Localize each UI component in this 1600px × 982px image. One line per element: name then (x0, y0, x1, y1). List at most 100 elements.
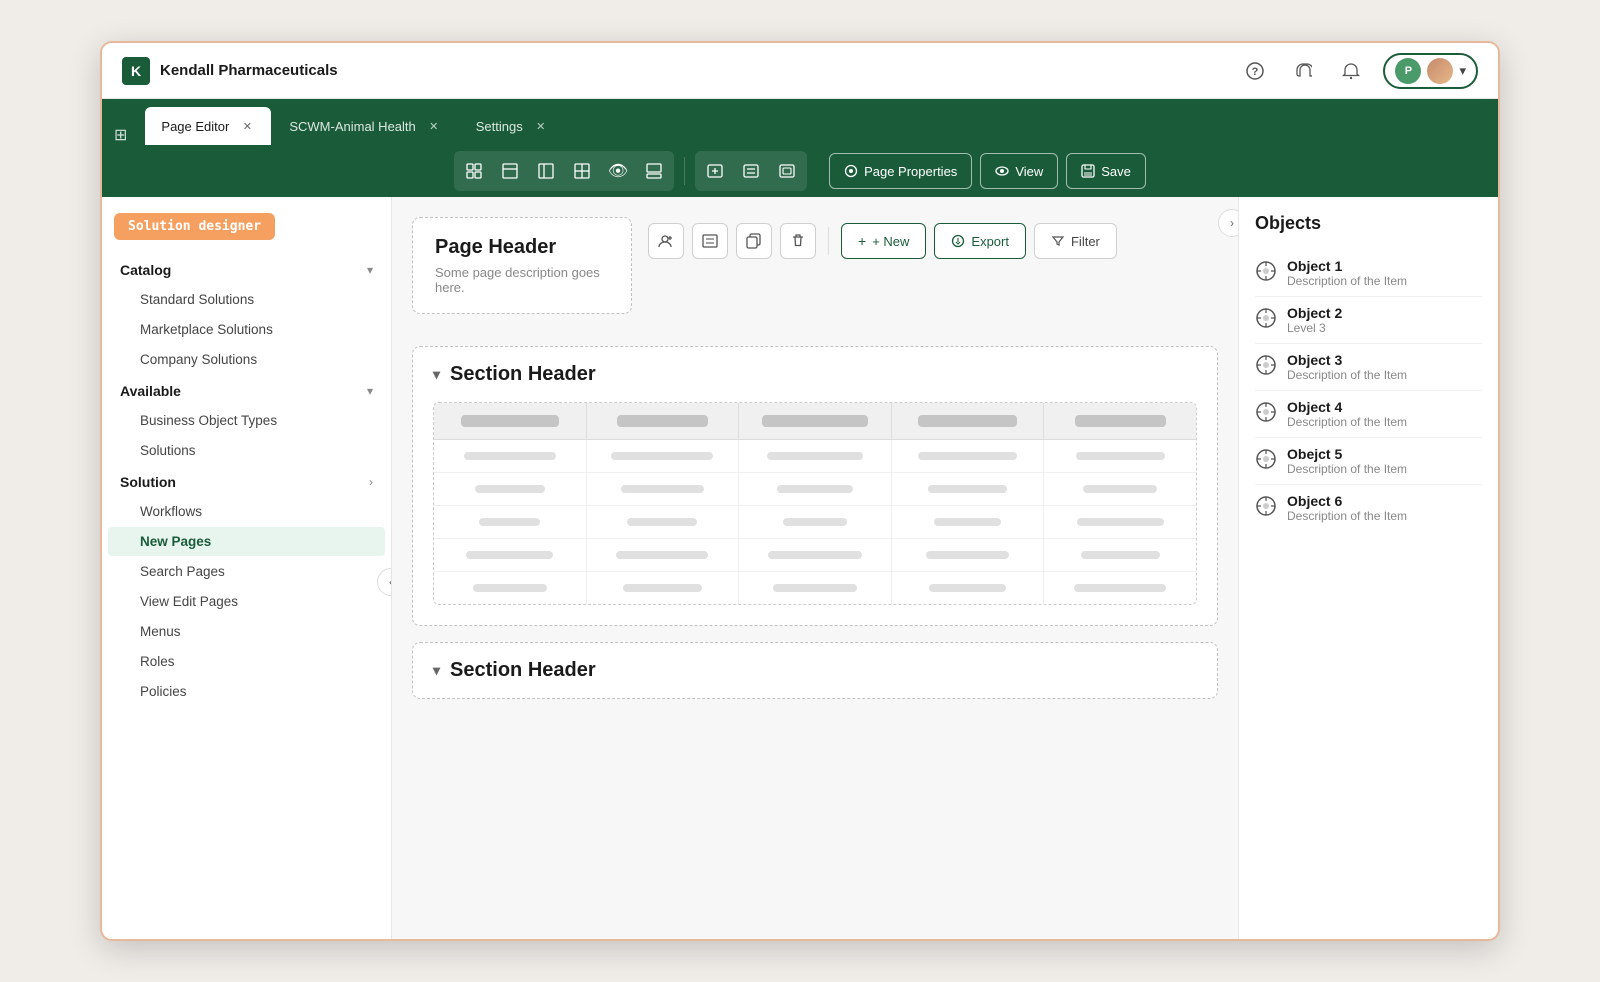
section-2-title: Section Header (450, 659, 596, 682)
user-badge[interactable]: P ▾ (1383, 53, 1478, 89)
object-desc-3: Description of the Item (1287, 368, 1482, 382)
solution-designer-badge: Solution designer (114, 213, 275, 240)
copy-icon-btn[interactable] (736, 223, 772, 259)
available-group-label: Available (120, 383, 181, 399)
page-properties-button[interactable]: Page Properties (829, 153, 972, 189)
sidebar-item-menus[interactable]: Menus (108, 617, 385, 646)
sidebar-item-company-solutions[interactable]: Company Solutions (108, 345, 385, 374)
object-desc-2: Level 3 (1287, 321, 1482, 335)
skeleton-cell (1044, 572, 1196, 604)
tab-settings-label: Settings (476, 119, 523, 134)
toolbar-group-layout: 👁 (454, 151, 674, 191)
new-button[interactable]: + + New (841, 223, 926, 259)
app-title: Kendall Pharmaceuticals (160, 62, 338, 79)
object-item-3[interactable]: Object 3 Description of the Item (1255, 344, 1482, 391)
action-separator (828, 227, 829, 255)
sidebar-item-policies[interactable]: Policies (108, 677, 385, 706)
tab-settings[interactable]: Settings ✕ (460, 107, 565, 145)
delete-icon-btn[interactable] (780, 223, 816, 259)
action-btn-3[interactable] (770, 154, 804, 188)
sidebar-item-standard-solutions[interactable]: Standard Solutions (108, 285, 385, 314)
object-item-2[interactable]: Object 2 Level 3 (1255, 297, 1482, 344)
notifications-button[interactable] (1335, 55, 1367, 87)
object-info-5: Obejct 5 Description of the Item (1287, 446, 1482, 476)
object-name-5: Obejct 5 (1287, 446, 1482, 462)
skeleton-data-row-1 (434, 440, 1196, 473)
sidebar-item-workflows[interactable]: Workflows (108, 497, 385, 526)
tab-page-editor-close[interactable]: ✕ (239, 118, 255, 134)
layout-btn-2[interactable] (493, 154, 527, 188)
object-desc-5: Description of the Item (1287, 462, 1482, 476)
page-header-desc: Some page description goes here. (435, 265, 609, 295)
section-block-1: ▾ Section Header (412, 346, 1218, 626)
canvas-right-collapse-button[interactable]: › (1218, 209, 1238, 237)
object-item-6[interactable]: Object 6 Description of the Item (1255, 485, 1482, 531)
filter-button[interactable]: Filter (1034, 223, 1117, 259)
svg-text:?: ? (1252, 66, 1259, 78)
title-bar-right: ? P ▾ (1239, 53, 1478, 89)
title-bar-left: K Kendall Pharmaceuticals (122, 57, 338, 85)
tab-page-editor[interactable]: Page Editor ✕ (145, 107, 271, 145)
headset-button[interactable] (1287, 55, 1319, 87)
add-user-icon-btn[interactable] (648, 223, 684, 259)
export-button[interactable]: Export (934, 223, 1026, 259)
preview-btn[interactable]: 👁 (601, 154, 635, 188)
app-logo: K (122, 57, 150, 85)
list-icon-btn[interactable] (692, 223, 728, 259)
objects-panel: Objects Object 1 Description of the Item (1238, 197, 1498, 939)
skeleton-data-row-3 (434, 506, 1196, 539)
tab-settings-close[interactable]: ✕ (533, 118, 549, 134)
skeleton-cell (739, 539, 892, 571)
tab-scwm[interactable]: SCWM-Animal Health ✕ (273, 107, 457, 145)
object-desc-4: Description of the Item (1287, 415, 1482, 429)
sidebar-item-roles[interactable]: Roles (108, 647, 385, 676)
sidebar-item-new-pages[interactable]: New Pages (108, 527, 385, 556)
sidebar-item-marketplace-solutions[interactable]: Marketplace Solutions (108, 315, 385, 344)
save-label: Save (1101, 164, 1131, 179)
object-item-5[interactable]: Obejct 5 Description of the Item (1255, 438, 1482, 485)
layout-btn-1[interactable] (457, 154, 491, 188)
object-name-4: Object 4 (1287, 399, 1482, 415)
solution-group-header[interactable]: Solution › (102, 466, 391, 496)
tab-scwm-close[interactable]: ✕ (426, 118, 442, 134)
action-btn-2[interactable] (734, 154, 768, 188)
page-header-title: Page Header (435, 236, 609, 259)
layout-btn-4[interactable] (565, 154, 599, 188)
catalog-group-header[interactable]: Catalog ▾ (102, 254, 391, 284)
user-dropdown-arrow: ▾ (1459, 63, 1466, 79)
object-info-6: Object 6 Description of the Item (1287, 493, 1482, 523)
sidebar-item-search-pages[interactable]: Search Pages (108, 557, 385, 586)
page-header-block: Page Header Some page description goes h… (412, 217, 632, 314)
skeleton-header-cell-1 (434, 403, 587, 439)
sidebar-section-solution: Solution › Workflows New Pages Search Pa… (102, 466, 391, 706)
layout-btn-5[interactable] (637, 154, 671, 188)
section-2-collapse-icon[interactable]: ▾ (433, 662, 440, 679)
skeleton-cell (739, 506, 892, 538)
sidebar: Solution designer Catalog ▾ Standard Sol… (102, 197, 392, 939)
tab-bar: ⊞ Page Editor ✕ SCWM-Animal Health ✕ Set… (102, 99, 1498, 145)
object-item-1[interactable]: Object 1 Description of the Item (1255, 250, 1482, 297)
sidebar-item-solutions[interactable]: Solutions (108, 436, 385, 465)
skeleton-cell (587, 440, 740, 472)
view-button[interactable]: View (980, 153, 1058, 189)
catalog-group-arrow: ▾ (367, 263, 373, 277)
section-1-collapse-icon[interactable]: ▾ (433, 366, 440, 383)
sidebar-item-business-object-types[interactable]: Business Object Types (108, 406, 385, 435)
object-info-1: Object 1 Description of the Item (1287, 258, 1482, 288)
save-button[interactable]: Save (1066, 153, 1146, 189)
skeleton-header-row (434, 403, 1196, 440)
section-header-1: ▾ Section Header (413, 347, 1217, 402)
skeleton-cell (739, 440, 892, 472)
layout-btn-3[interactable] (529, 154, 563, 188)
skeleton-cell (1044, 440, 1196, 472)
object-desc-6: Description of the Item (1287, 509, 1482, 523)
skeleton-cell (1044, 506, 1196, 538)
object-item-4[interactable]: Object 4 Description of the Item (1255, 391, 1482, 438)
tab-page-editor-label: Page Editor (161, 119, 229, 134)
skeleton-cell (892, 440, 1045, 472)
sidebar-item-view-edit-pages[interactable]: View Edit Pages (108, 587, 385, 616)
action-btn-1[interactable] (698, 154, 732, 188)
skeleton-header-cell-5 (1044, 403, 1196, 439)
help-button[interactable]: ? (1239, 55, 1271, 87)
available-group-header[interactable]: Available ▾ (102, 375, 391, 405)
